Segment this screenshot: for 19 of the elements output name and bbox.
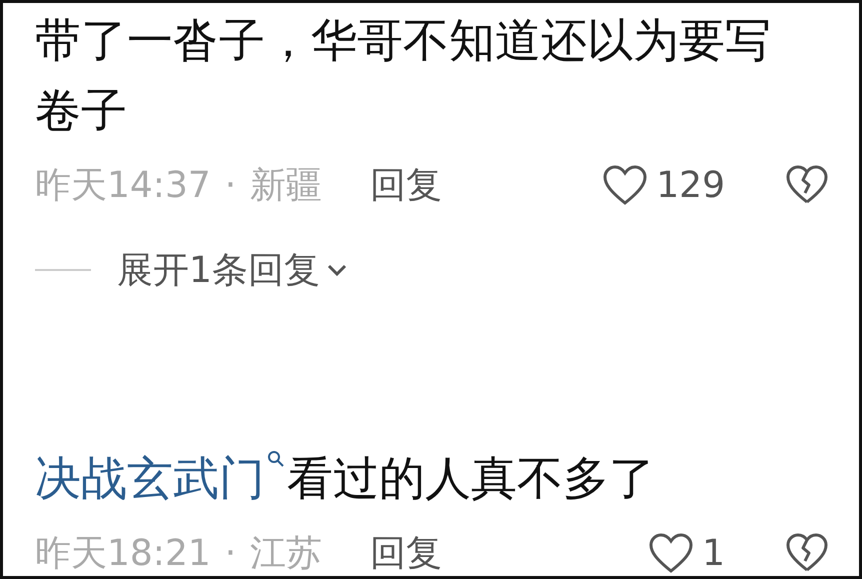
broken-heart-icon[interactable] bbox=[785, 533, 829, 573]
comment-time: 昨天14:37 bbox=[35, 164, 211, 208]
heart-icon[interactable] bbox=[602, 164, 648, 206]
expand-replies-link[interactable]: 展开1条回复 bbox=[117, 246, 320, 294]
username-link[interactable]: 决战玄武门 bbox=[35, 451, 265, 505]
broken-heart-icon[interactable] bbox=[785, 165, 829, 205]
reply-button[interactable]: 回复 bbox=[370, 528, 442, 576]
separator-dot: · bbox=[224, 164, 236, 206]
comment-text: 看过的人真不多了 bbox=[287, 451, 655, 505]
heart-icon[interactable] bbox=[648, 532, 694, 574]
comment-time: 昨天18:21 bbox=[35, 532, 211, 576]
like-count: 1 bbox=[702, 532, 725, 574]
separator-dot: · bbox=[224, 532, 236, 574]
comment-text: 带了一沓子，华哥不知道还以为要写卷子 bbox=[35, 13, 771, 137]
like-count: 129 bbox=[656, 164, 725, 206]
chevron-down-icon bbox=[326, 263, 348, 277]
comment-location: 江苏 bbox=[250, 532, 322, 576]
reply-button[interactable]: 回复 bbox=[370, 160, 442, 210]
comment-location: 新疆 bbox=[250, 164, 322, 208]
